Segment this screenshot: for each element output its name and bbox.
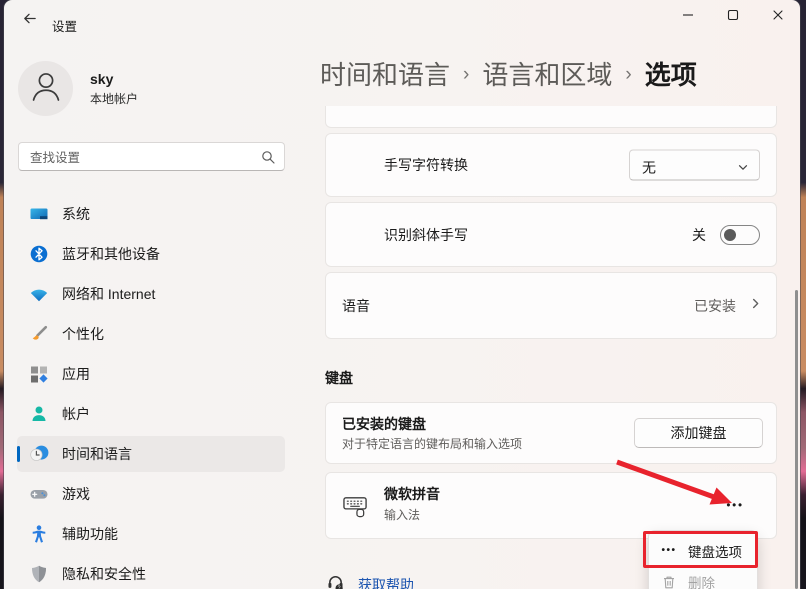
breadcrumb: 时间和语言 › 语言和区域 › 选项 (320, 55, 697, 92)
setting-label: 语音 (342, 296, 370, 316)
sidebar-item-label: 蓝牙和其他设备 (62, 244, 160, 264)
chevron-right-separator-icon: › (625, 62, 631, 86)
search-input[interactable] (28, 144, 252, 171)
sidebar-item-label: 辅助功能 (62, 524, 118, 544)
chevron-down-icon (737, 161, 749, 179)
add-keyboard-button[interactable]: 添加键盘 (634, 418, 763, 448)
close-button[interactable] (755, 0, 800, 34)
paintbrush-icon (29, 324, 49, 344)
breadcrumb-language-region[interactable]: 语言和区域 (482, 55, 612, 92)
keyboard-section-header: 键盘 (325, 368, 353, 388)
sidebar-item-label: 网络和 Internet (62, 284, 155, 304)
search-box (18, 142, 285, 171)
setting-subtitle: 对于特定语言的键布局和输入选项 (342, 435, 522, 452)
sidebar-item-label: 游戏 (62, 484, 90, 504)
sidebar-item-network-internet[interactable]: 网络和 Internet (17, 276, 285, 312)
menu-item-keyboard-options[interactable]: ••• 键盘选项 (649, 535, 757, 566)
sidebar-item-apps[interactable]: 应用 (17, 356, 285, 392)
apps-icon (29, 364, 49, 384)
chevron-right-icon (749, 297, 762, 315)
sidebar-item-time-language[interactable]: 时间和语言 (17, 436, 285, 472)
settings-window: 设置 sky 本地帐户 系统 (4, 0, 800, 589)
desktop-wallpaper: 设置 sky 本地帐户 系统 (0, 0, 806, 589)
gamepad-icon (29, 484, 49, 504)
app-title: 设置 (52, 16, 77, 35)
sidebar-nav: 系统 蓝牙和其他设备 网络和 Internet 个性化 应用 帐户 (17, 196, 285, 589)
get-help-label: 获取帮助 (358, 575, 414, 589)
breadcrumb-time-language[interactable]: 时间和语言 (320, 55, 450, 92)
dropdown-selected-value: 无 (642, 158, 656, 178)
shield-icon (29, 564, 49, 584)
sidebar-item-label: 个性化 (62, 324, 104, 344)
headset-help-icon: ? (326, 573, 345, 589)
chevron-right-separator-icon: › (463, 62, 469, 86)
toggle-state-label: 关 (692, 225, 706, 245)
selection-accent-bar (17, 446, 20, 462)
menu-item-label: 删除 (688, 572, 715, 589)
setting-label: 手写字符转换 (384, 155, 468, 175)
get-help-link[interactable]: ? 获取帮助 (326, 573, 414, 589)
avatar (18, 61, 73, 116)
accessibility-icon (29, 524, 49, 544)
sidebar-item-system[interactable]: 系统 (17, 196, 285, 232)
minimize-icon (682, 8, 694, 26)
sidebar-item-accounts[interactable]: 帐户 (17, 396, 285, 432)
minimize-button[interactable] (665, 0, 710, 34)
page-title: 选项 (645, 55, 697, 92)
back-arrow-icon (22, 11, 37, 31)
sidebar-item-label: 帐户 (62, 404, 90, 424)
setting-title: 已安装的键盘 (342, 414, 426, 434)
menu-item-delete[interactable]: 删除 (649, 566, 757, 589)
system-icon (29, 204, 49, 224)
titlebar: 设置 (4, 0, 800, 40)
bluetooth-icon (29, 244, 49, 264)
handwriting-conversion-dropdown[interactable]: 无 (629, 150, 760, 181)
setting-row-speech[interactable]: 语音 已安装 (325, 272, 777, 339)
profile-name: sky (90, 71, 113, 87)
setting-row-installed-keyboards: 已安装的键盘 对于特定语言的键布局和输入选项 添加键盘 (325, 402, 777, 464)
person-icon (29, 404, 49, 424)
user-icon (25, 65, 67, 112)
setting-row-ime-pinyin: 微软拼音 输入法 ••• (325, 472, 777, 539)
maximize-icon (727, 8, 739, 26)
profile-account-type: 本地帐户 (90, 90, 138, 107)
sidebar-item-accessibility[interactable]: 辅助功能 (17, 516, 285, 552)
back-button[interactable] (16, 9, 42, 33)
sidebar-item-bluetooth-devices[interactable]: 蓝牙和其他设备 (17, 236, 285, 272)
vertical-scrollbar-thumb[interactable] (795, 290, 798, 589)
sidebar-item-gaming[interactable]: 游戏 (17, 476, 285, 512)
scrolled-card-partial (325, 106, 777, 128)
trash-icon (659, 575, 679, 589)
keyboard-icon (343, 494, 368, 518)
sidebar-item-label: 应用 (62, 364, 90, 384)
sidebar-item-label: 系统 (62, 204, 90, 224)
sidebar-item-privacy-security[interactable]: 隐私和安全性 (17, 556, 285, 589)
ime-subtitle: 输入法 (384, 506, 420, 523)
wifi-icon (29, 284, 49, 304)
maximize-button[interactable] (710, 0, 755, 34)
speech-status-value: 已安装 (694, 296, 736, 316)
clock-globe-icon (29, 444, 49, 464)
keyboard-context-menu: ••• 键盘选项 删除 (648, 530, 758, 589)
setting-label: 识别斜体手写 (384, 225, 468, 245)
ime-title: 微软拼音 (384, 484, 440, 504)
toggle-knob (724, 229, 736, 241)
close-icon (772, 8, 784, 26)
menu-item-label: 键盘选项 (688, 541, 742, 561)
search-icon (261, 150, 275, 169)
ellipsis-icon: ••• (659, 545, 679, 556)
sidebar-item-label: 隐私和安全性 (62, 564, 146, 584)
setting-row-handwriting-conversion: 手写字符转换 无 (325, 133, 777, 197)
window-controls (665, 0, 800, 34)
more-options-button[interactable]: ••• (722, 495, 748, 515)
sidebar-item-personalization[interactable]: 个性化 (17, 316, 285, 352)
setting-row-italic-handwriting: 识别斜体手写 关 (325, 202, 777, 267)
sidebar-item-label: 时间和语言 (62, 444, 132, 464)
italic-handwriting-toggle[interactable] (720, 225, 760, 245)
